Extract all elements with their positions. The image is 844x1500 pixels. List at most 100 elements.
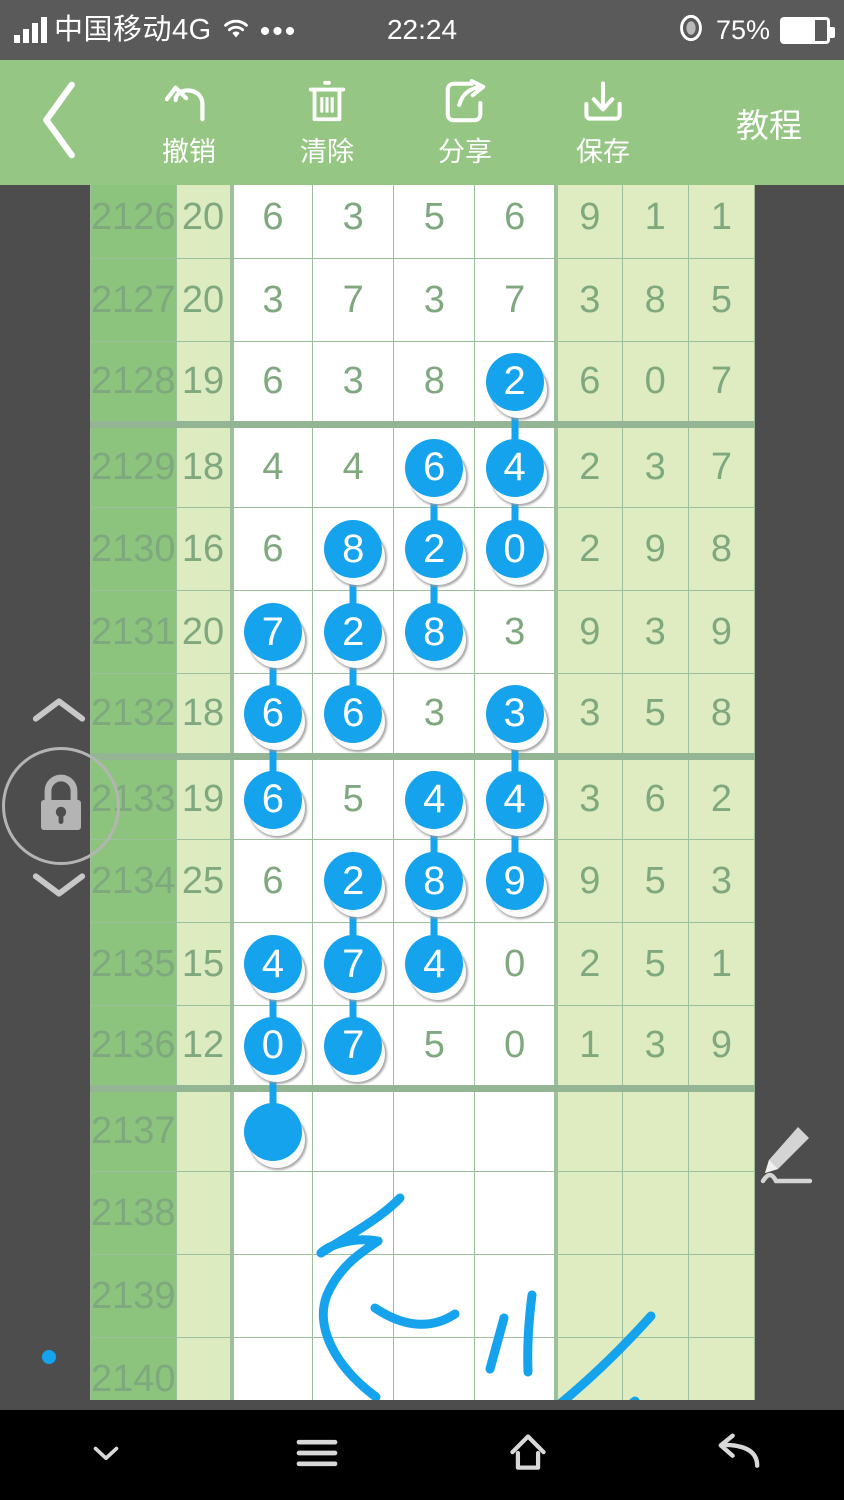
nav-home-button[interactable] xyxy=(422,1410,633,1500)
selected-number-marker[interactable]: 6 xyxy=(405,438,464,497)
number-cell[interactable] xyxy=(229,1075,314,1172)
selected-number-marker[interactable]: 7 xyxy=(324,935,383,993)
clear-button[interactable]: 清除 xyxy=(258,60,396,185)
selected-number-marker[interactable]: 6 xyxy=(243,770,302,829)
table-row[interactable]: 2130 16 6 8 2 0 2 9 8 xyxy=(90,493,756,605)
number-cell[interactable]: 3 xyxy=(393,673,476,760)
selected-number-marker[interactable]: 8 xyxy=(405,603,464,661)
table-row[interactable]: 2140 xyxy=(90,1337,756,1400)
tail-number-cell[interactable]: 2 xyxy=(553,424,623,508)
tail-number-cell[interactable]: 6 xyxy=(553,341,623,428)
number-cell[interactable]: 5 xyxy=(393,185,476,259)
nav-menu-button[interactable] xyxy=(211,1410,422,1500)
tail-number-cell[interactable]: 8 xyxy=(687,673,756,760)
number-cell[interactable]: 0 xyxy=(474,922,557,1006)
tail-number-cell[interactable]: 2 xyxy=(687,756,756,840)
selected-number-marker[interactable]: 2 xyxy=(324,852,383,910)
number-cell[interactable]: 8 xyxy=(393,341,476,428)
table-row[interactable]: 2135 15 4 7 4 0 2 5 1 xyxy=(90,908,756,1020)
table-row[interactable]: 2126 20 6 3 5 6 9 1 1 xyxy=(90,185,756,259)
tail-number-cell[interactable] xyxy=(621,1088,689,1172)
number-cell[interactable]: 7 xyxy=(312,989,395,1092)
number-cell[interactable]: 4 xyxy=(229,424,314,508)
selected-number-marker[interactable]: 3 xyxy=(485,684,544,743)
table-row[interactable]: 2138 xyxy=(90,1171,756,1255)
tail-number-cell[interactable]: 1 xyxy=(553,1005,623,1092)
selected-number-marker[interactable]: 4 xyxy=(243,935,302,993)
number-cell[interactable]: 3 xyxy=(229,258,314,342)
tail-number-cell[interactable] xyxy=(621,1337,689,1400)
pen-tool-button[interactable] xyxy=(746,1115,826,1195)
number-cell[interactable]: 6 xyxy=(393,424,476,524)
number-cell[interactable] xyxy=(474,1171,557,1255)
table-row[interactable]: 2136 12 0 7 5 0 1 3 9 xyxy=(90,989,756,1102)
table-row[interactable]: 2139 xyxy=(90,1254,756,1338)
nav-hide-button[interactable] xyxy=(0,1410,211,1500)
number-cell[interactable] xyxy=(229,1171,314,1255)
selected-number-marker[interactable]: 9 xyxy=(485,852,544,910)
tail-number-cell[interactable]: 9 xyxy=(553,590,623,674)
tail-number-cell[interactable] xyxy=(553,1171,623,1255)
table-row[interactable]: 2127 20 3 7 3 7 3 8 5 xyxy=(90,258,756,342)
number-cell[interactable]: 5 xyxy=(393,1005,476,1092)
tail-number-cell[interactable] xyxy=(553,1088,623,1172)
table-row[interactable]: 2134 25 6 2 8 9 9 5 3 xyxy=(90,825,756,937)
tail-number-cell[interactable]: 6 xyxy=(621,756,689,840)
tail-number-cell[interactable]: 7 xyxy=(687,341,756,428)
number-cell[interactable] xyxy=(474,1254,557,1338)
selected-number-marker[interactable]: 2 xyxy=(324,603,383,661)
number-cell[interactable]: 4 xyxy=(474,743,557,856)
tail-number-cell[interactable]: 3 xyxy=(621,590,689,674)
share-button[interactable]: 分享 xyxy=(396,60,534,185)
scroll-down-button[interactable] xyxy=(28,870,90,904)
number-cell[interactable] xyxy=(312,1337,395,1400)
save-button[interactable]: 保存 xyxy=(534,60,672,185)
table-row[interactable]: 2128 19 6 3 8 2 6 0 7 xyxy=(90,341,756,438)
selected-number-marker[interactable]: 8 xyxy=(324,520,383,578)
number-cell[interactable]: 4 xyxy=(312,424,395,508)
number-cell[interactable]: 6 xyxy=(229,839,314,923)
number-cell[interactable]: 0 xyxy=(474,493,557,591)
table-row[interactable]: 2137 xyxy=(90,1075,756,1172)
selected-number-marker[interactable]: 4 xyxy=(405,770,464,829)
tail-number-cell[interactable]: 5 xyxy=(621,673,689,760)
tail-number-cell[interactable]: 7 xyxy=(687,424,756,508)
number-cell[interactable]: 6 xyxy=(229,185,314,259)
number-cell[interactable] xyxy=(393,1337,476,1400)
number-cell[interactable]: 9 xyxy=(474,825,557,923)
number-cell[interactable] xyxy=(312,1088,395,1172)
tail-number-cell[interactable] xyxy=(553,1337,623,1400)
selected-number-marker[interactable]: 7 xyxy=(324,1016,383,1075)
number-cell[interactable]: 6 xyxy=(229,507,314,591)
undo-button[interactable]: 撤销 xyxy=(120,60,258,185)
selected-number-marker[interactable]: 6 xyxy=(243,684,302,743)
selected-number-marker[interactable]: 2 xyxy=(405,520,464,578)
table-row[interactable]: 2132 18 6 6 3 3 3 5 8 xyxy=(90,657,756,770)
tail-number-cell[interactable] xyxy=(621,1171,689,1255)
back-button[interactable] xyxy=(0,60,120,185)
number-cell[interactable] xyxy=(474,1337,557,1400)
number-cell[interactable] xyxy=(393,1254,476,1338)
scroll-up-button[interactable] xyxy=(28,695,90,729)
tail-number-cell[interactable]: 3 xyxy=(553,756,623,840)
number-cell[interactable] xyxy=(393,1088,476,1172)
lock-toggle-button[interactable] xyxy=(2,747,120,865)
tail-number-cell[interactable]: 9 xyxy=(687,1005,756,1092)
tail-number-cell[interactable]: 9 xyxy=(687,590,756,674)
number-cell[interactable]: 3 xyxy=(312,341,395,428)
tail-number-cell[interactable]: 0 xyxy=(621,341,689,428)
selected-number-marker[interactable]: 4 xyxy=(405,935,464,993)
tail-number-cell[interactable] xyxy=(687,1171,756,1255)
number-cell[interactable]: 4 xyxy=(393,756,476,856)
table-row[interactable]: 2129 18 4 4 6 4 2 3 7 xyxy=(90,411,756,524)
table-row[interactable]: 2131 20 7 2 8 3 9 3 9 xyxy=(90,576,756,688)
tail-number-cell[interactable]: 5 xyxy=(621,922,689,1006)
tail-number-cell[interactable]: 9 xyxy=(553,839,623,923)
selected-number-marker[interactable]: 2 xyxy=(485,352,544,411)
selected-number-marker[interactable]: 0 xyxy=(485,520,544,578)
number-cell[interactable]: 8 xyxy=(393,576,476,674)
selected-number-marker[interactable]: 4 xyxy=(485,770,544,829)
tail-number-cell[interactable]: 5 xyxy=(687,258,756,342)
tail-number-cell[interactable]: 8 xyxy=(621,258,689,342)
number-cell[interactable] xyxy=(312,1254,395,1338)
